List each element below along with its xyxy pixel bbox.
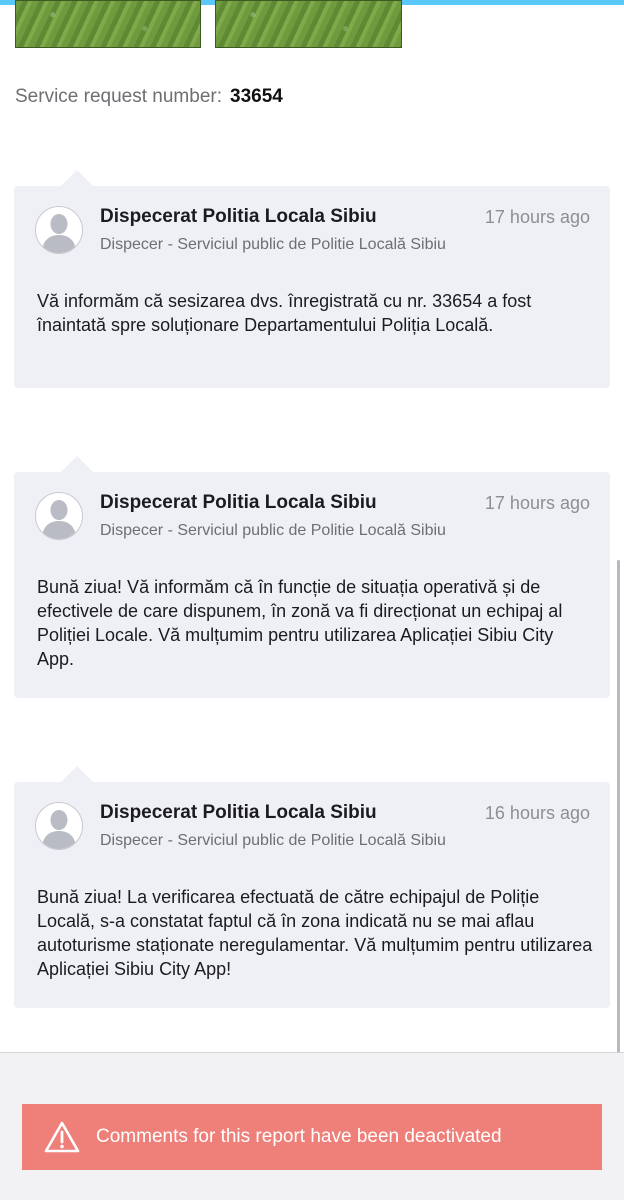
default-user-icon xyxy=(42,500,76,539)
comment-card: Dispecerat Politia Locala Sibiu 17 hours… xyxy=(14,456,610,698)
comment-author-role: Dispecer - Serviciul public de Politie L… xyxy=(100,832,446,849)
scrollbar[interactable] xyxy=(617,560,620,1060)
comment-timestamp: 16 hours ago xyxy=(484,803,590,823)
avatar xyxy=(35,206,83,254)
avatar xyxy=(35,492,83,540)
report-photo-thumbnail[interactable] xyxy=(215,0,402,48)
comment-author: Dispecerat Politia Locala Sibiu xyxy=(100,802,377,823)
comment-card: Dispecerat Politia Locala Sibiu 16 hours… xyxy=(14,766,610,1008)
comments-footer: Comments for this report have been deact… xyxy=(0,1052,624,1200)
service-request-line: Service request number: 33654 xyxy=(15,86,283,108)
comment-timestamp: 17 hours ago xyxy=(484,493,590,513)
report-photo-thumbnail[interactable] xyxy=(15,0,201,48)
comments-deactivated-text: Comments for this report have been deact… xyxy=(96,1126,502,1147)
comment-message: Bună ziua! La verificarea efectuată de c… xyxy=(37,887,593,979)
comment-author: Dispecerat Politia Locala Sibiu xyxy=(100,206,377,227)
comment-timestamp: 17 hours ago xyxy=(484,207,590,227)
service-request-label: Service request number: xyxy=(15,86,222,107)
comments-deactivated-banner: Comments for this report have been deact… xyxy=(22,1104,602,1170)
default-user-icon xyxy=(42,214,76,253)
comment-card: Dispecerat Politia Locala Sibiu 17 hours… xyxy=(14,170,610,388)
avatar xyxy=(35,802,83,850)
comment-author: Dispecerat Politia Locala Sibiu xyxy=(100,492,377,513)
comment-author-role: Dispecer - Serviciul public de Politie L… xyxy=(100,236,446,253)
comment-message: Vă informăm că sesizarea dvs. înregistra… xyxy=(37,291,532,335)
comment-author-role: Dispecer - Serviciul public de Politie L… xyxy=(100,522,446,539)
service-request-number: 33654 xyxy=(230,86,283,107)
default-user-icon xyxy=(42,810,76,849)
warning-icon xyxy=(44,1121,80,1153)
comment-message: Bună ziua! Vă informăm că în funcție de … xyxy=(37,577,563,669)
